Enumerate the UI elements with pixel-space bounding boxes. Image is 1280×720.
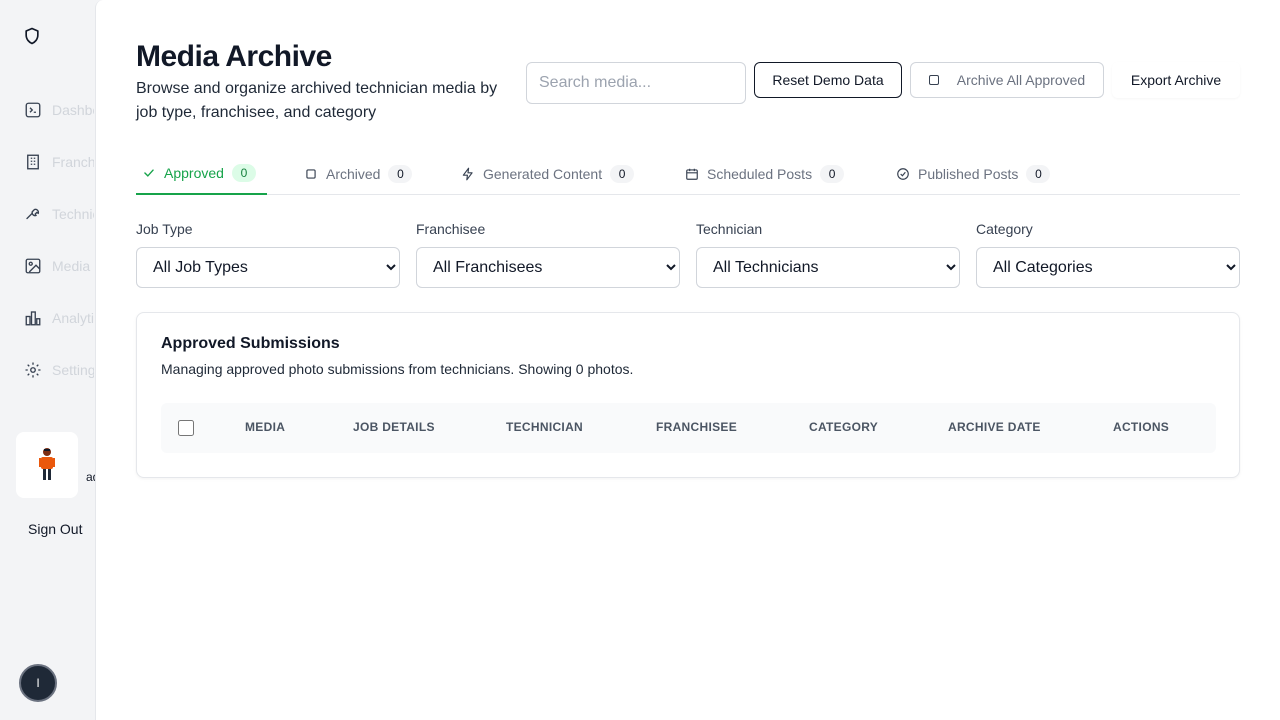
wrench-icon: [26, 208, 40, 220]
column-header-job-details[interactable]: JOB DETAILS: [353, 420, 435, 434]
tab-label: Generated Content: [483, 165, 603, 182]
franchisee-select[interactable]: All Franchisees: [416, 247, 680, 288]
tab-label: Approved: [164, 164, 224, 181]
square-icon: [306, 168, 316, 179]
sidebar-item-franchisees[interactable]: Franchisees: [24, 152, 94, 172]
export-archive-button[interactable]: Export Archive: [1112, 62, 1240, 98]
export-archive-label: Export Archive: [1130, 72, 1222, 88]
image-icon: [25, 258, 41, 274]
job-type-select[interactable]: All Job Types: [136, 247, 400, 288]
sidebar-item-dashboard[interactable]: Dashboard: [24, 100, 94, 120]
tab-approved[interactable]: Approved 0: [136, 152, 267, 195]
category-select[interactable]: All Categories: [976, 247, 1240, 288]
table-header: MEDIA JOB DETAILS TECHNICIAN FRANCHISEE …: [161, 403, 1216, 453]
tab-label: Scheduled Posts: [707, 165, 813, 182]
check-icon: [144, 168, 154, 177]
tab-count: 0: [231, 163, 256, 182]
franchisee-label: Franchisee: [416, 221, 486, 237]
card-title: Approved Submissions: [161, 335, 340, 352]
tab-count: 0: [610, 164, 635, 183]
tab-count: 0: [820, 164, 845, 183]
job-type-label: Job Type: [136, 221, 193, 237]
search-input[interactable]: [526, 62, 746, 104]
sign-out-button[interactable]: Sign Out: [28, 521, 82, 537]
tab-published-posts[interactable]: Published Posts 0: [896, 152, 1051, 195]
column-header-technician[interactable]: TECHNICIAN: [506, 420, 583, 434]
archive-all-approved-button[interactable]: Archive All Approved: [910, 62, 1104, 98]
column-header-actions: ACTIONS: [1113, 420, 1170, 434]
sidebar-item-label: Media: [52, 258, 91, 274]
technician-select[interactable]: All Technicians: [696, 247, 960, 288]
page-subtitle: Browse and organize archived technician …: [136, 80, 498, 121]
reset-demo-data-label: Reset Demo Data: [772, 72, 884, 88]
building-icon: [27, 154, 39, 170]
bar-chart-icon: [25, 311, 41, 326]
gear-icon: [25, 362, 41, 378]
user-name-truncated: ad: [86, 470, 95, 484]
sidebar-item-label: Settings: [52, 362, 94, 378]
card-description: Managing approved photo submissions from…: [161, 361, 634, 377]
tab-label: Published Posts: [918, 165, 1019, 182]
column-header-franchisee[interactable]: FRANCHISEE: [656, 420, 737, 434]
sidebar: Dashboard Franchisees Technicians Media …: [0, 0, 95, 720]
sidebar-item-technicians[interactable]: Technicians: [24, 204, 94, 224]
lightning-icon: [462, 167, 473, 180]
column-header-category[interactable]: CATEGORY: [809, 420, 878, 434]
page-title: Media Archive: [136, 40, 332, 73]
user-initial-badge[interactable]: I: [19, 664, 57, 702]
select-all-checkbox[interactable]: [178, 420, 194, 436]
technician-label: Technician: [696, 221, 763, 237]
sidebar-item-analytics[interactable]: Analytics: [24, 308, 94, 328]
column-header-media[interactable]: MEDIA: [245, 420, 285, 434]
category-label: Category: [976, 221, 1033, 237]
tab-generated-content[interactable]: Generated Content 0: [461, 152, 635, 195]
tab-scheduled-posts[interactable]: Scheduled Posts 0: [685, 152, 845, 195]
archive-all-approved-label: Archive All Approved: [956, 72, 1086, 88]
tab-label: Archived: [326, 165, 381, 182]
tab-bar: Approved 0 Archived 0 Generated Content …: [136, 152, 1240, 195]
sidebar-item-label: Dashboard: [52, 102, 94, 118]
square-icon: [928, 75, 939, 85]
terminal-icon: [25, 102, 41, 118]
technician-avatar: [39, 448, 55, 480]
tab-archived[interactable]: Archived 0: [304, 152, 413, 195]
sidebar-item-label: Technicians: [52, 206, 94, 222]
tab-count: 0: [388, 164, 413, 183]
tab-count: 0: [1026, 164, 1051, 183]
calendar-icon: [686, 168, 698, 180]
approved-submissions-card: Approved Submissions Managing approved p…: [136, 312, 1240, 478]
sidebar-item-label: Analytics: [52, 310, 94, 326]
sidebar-item-settings[interactable]: Settings: [24, 360, 94, 380]
check-circle-icon: [897, 167, 909, 180]
column-header-archive-date[interactable]: ARCHIVE DATE: [948, 420, 1041, 434]
user-avatar-card[interactable]: [16, 432, 78, 498]
main-panel: Media Archive Browse and organize archiv…: [95, 0, 1280, 720]
shield-icon[interactable]: [22, 26, 42, 46]
reset-demo-data-button[interactable]: Reset Demo Data: [754, 62, 902, 98]
sidebar-item-media[interactable]: Media: [24, 256, 94, 276]
sidebar-item-label: Franchisees: [52, 154, 94, 170]
